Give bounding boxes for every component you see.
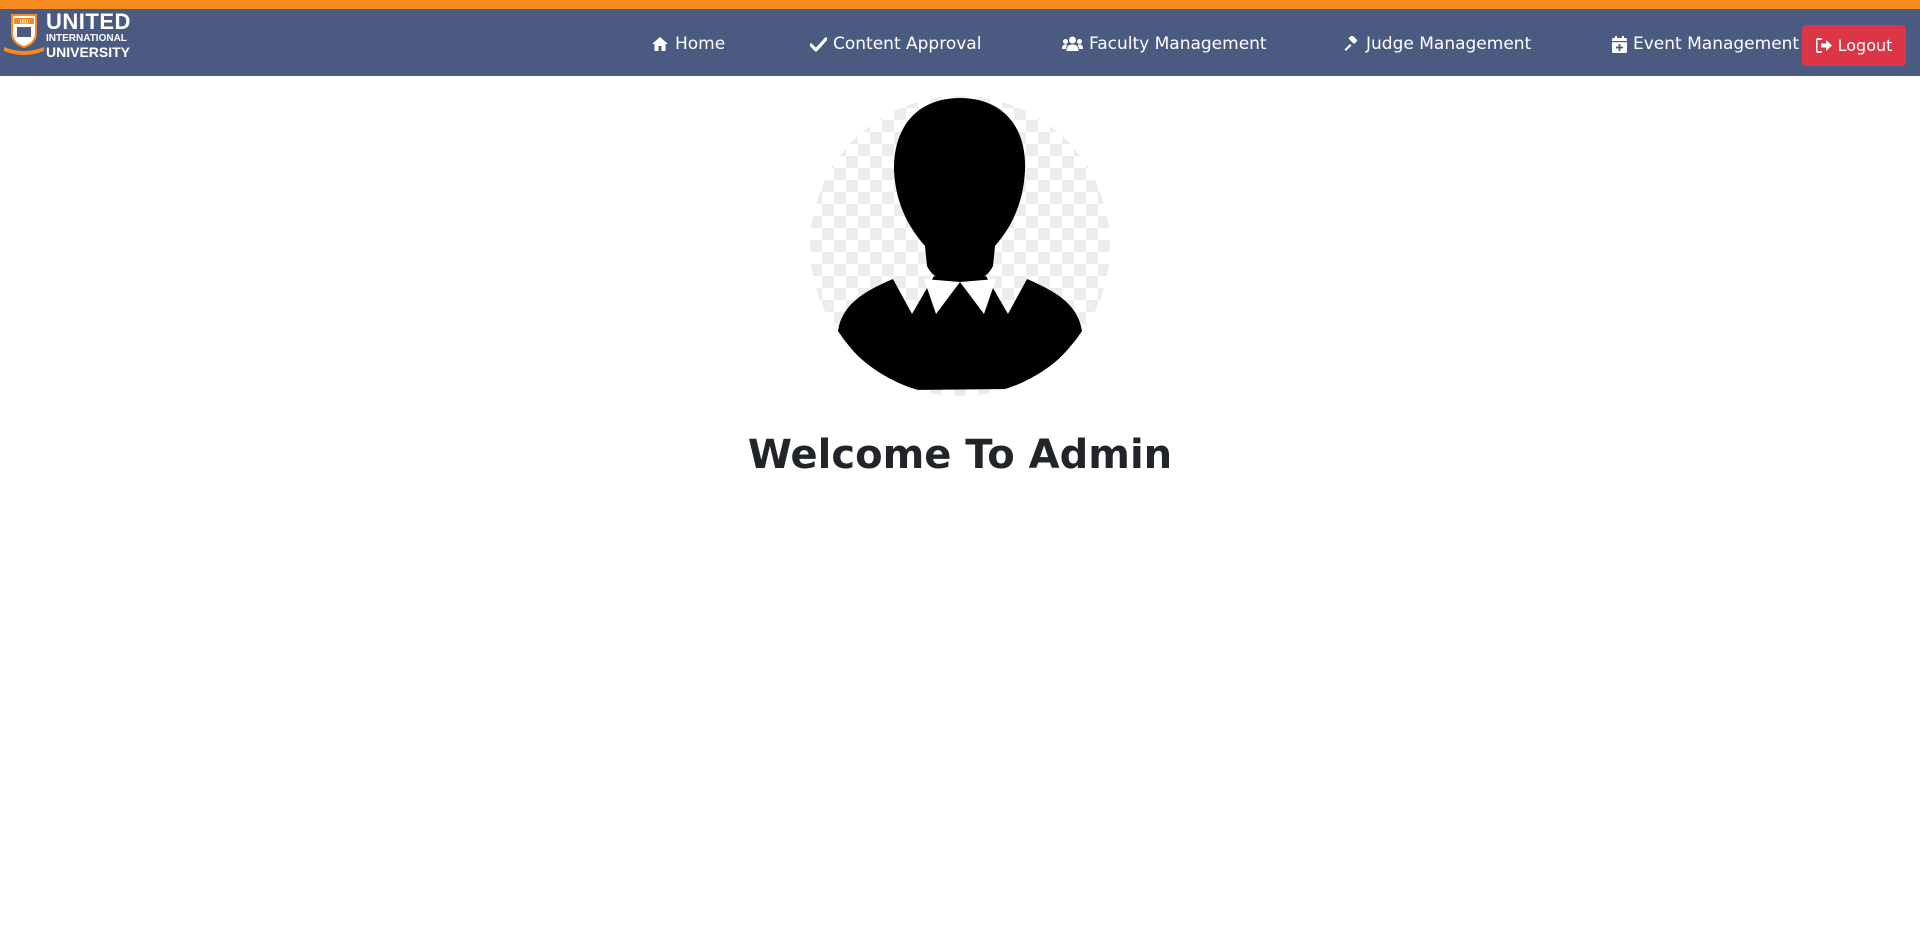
gavel-icon — [1344, 36, 1358, 51]
logout-button[interactable]: Logout — [1802, 25, 1906, 66]
user-silhouette-icon — [810, 96, 1110, 396]
nav-judge-management-label: Judge Management — [1366, 34, 1532, 54]
logo-line-university: UNIVERSITY — [46, 44, 131, 60]
crest-icon: UIU — [4, 14, 44, 55]
home-icon — [652, 37, 668, 51]
calendar-plus-icon — [1612, 35, 1627, 53]
university-logo[interactable]: UIU UNITED INTERNATIONAL UNIVERSITY — [0, 9, 140, 59]
sign-out-icon — [1815, 38, 1832, 53]
nav-judge-management[interactable]: Judge Management — [1343, 33, 1531, 55]
nav-home[interactable]: Home — [651, 33, 725, 55]
nav-home-label: Home — [675, 34, 726, 54]
svg-text:UIU: UIU — [20, 20, 29, 26]
nav-event-management-label: Event Management — [1633, 34, 1800, 54]
logout-label: Logout — [1837, 36, 1893, 55]
top-accent-bar — [0, 0, 1920, 9]
users-icon — [1062, 36, 1083, 51]
nav-faculty-management[interactable]: Faculty Management — [1062, 33, 1267, 55]
nav-content-approval-label: Content Approval — [833, 34, 982, 54]
nav-event-management[interactable]: Event Management — [1612, 33, 1799, 55]
nav-faculty-management-label: Faculty Management — [1089, 34, 1267, 54]
logo-line-united: UNITED — [46, 9, 131, 34]
nav-content-approval[interactable]: Content Approval — [810, 33, 981, 55]
logo-line-international: INTERNATIONAL — [46, 33, 127, 44]
welcome-heading: Welcome To Admin — [747, 432, 1173, 478]
check-icon — [810, 36, 827, 52]
navbar: UIU UNITED INTERNATIONAL UNIVERSITY Home… — [0, 9, 1920, 76]
